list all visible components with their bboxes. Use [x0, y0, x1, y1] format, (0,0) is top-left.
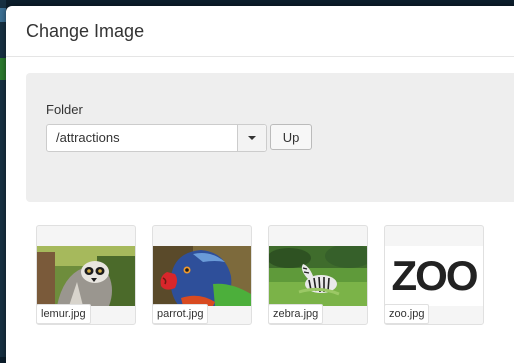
- lemur-image: [37, 246, 135, 306]
- image-thumbnail-zoo[interactable]: ZOO zoo.jpg: [384, 225, 484, 325]
- image-thumbnail-zebra[interactable]: zebra.jpg: [268, 225, 368, 325]
- modal-title: Change Image: [26, 20, 145, 41]
- up-button[interactable]: Up: [270, 124, 312, 150]
- change-image-modal: Change Image Folder /attractions Up lemu…: [6, 6, 514, 363]
- dropdown-toggle[interactable]: [237, 125, 266, 151]
- zoo-logo-text: ZOO: [385, 246, 483, 306]
- folder-select[interactable]: /attractions: [46, 124, 267, 152]
- caret-down-icon: [248, 136, 256, 140]
- image-caption: zebra.jpg: [268, 304, 324, 324]
- image-thumbnail-parrot[interactable]: parrot.jpg: [152, 225, 252, 325]
- image-caption: parrot.jpg: [152, 304, 209, 324]
- image-thumbnail-lemur[interactable]: lemur.jpg: [36, 225, 136, 325]
- folder-label: Folder: [46, 102, 83, 117]
- zebra-image: [269, 246, 367, 306]
- folder-panel: Folder /attractions Up: [26, 73, 514, 202]
- zoo-logo-image: ZOO: [385, 246, 483, 306]
- parrot-image: [153, 246, 251, 306]
- image-caption: lemur.jpg: [36, 304, 91, 324]
- modal-header: Change Image: [6, 6, 514, 57]
- folder-select-value: /attractions: [56, 130, 120, 145]
- image-caption: zoo.jpg: [384, 304, 430, 324]
